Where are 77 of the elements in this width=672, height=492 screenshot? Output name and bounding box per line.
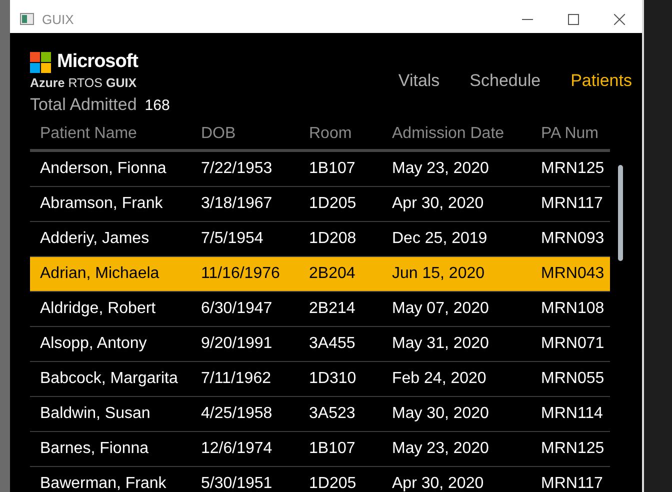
- column-header: DOB: [201, 125, 237, 143]
- table-cell-text: Adrian, Michaela: [40, 265, 160, 283]
- window-icon: [20, 13, 34, 25]
- table-cell-text: Bawerman, Frank: [40, 475, 168, 492]
- table-cell-text: 1B107: [309, 160, 356, 178]
- table-cell-text: MRN125: [541, 440, 606, 458]
- column-header: Patient Name: [40, 125, 138, 143]
- table-cell-text: 1D310: [309, 370, 358, 388]
- table-cell-text: MRN093: [541, 230, 606, 248]
- table-cell-text: Baldwin, Susan: [40, 405, 152, 423]
- table-cell-text: Feb 24, 2020: [392, 370, 488, 388]
- table-cell-text: Abramson, Frank: [40, 195, 164, 213]
- table-cell-text: 11/16/1976: [201, 265, 281, 283]
- table-cell-text: MRN055: [541, 370, 606, 388]
- table-cell-text: 3/18/1967: [201, 195, 274, 213]
- table-cell-text: 3A523: [309, 405, 356, 423]
- table-cell-text: May 07, 2020: [392, 300, 490, 318]
- table-row[interactable]: Baldwin, Susan 4/25/1958 3A523 May 30, 2020 MRN114: [30, 397, 610, 432]
- column-header: Room: [309, 125, 353, 143]
- column-header: Admission Date: [392, 125, 506, 143]
- table-row[interactable]: Bawerman, Frank 5/30/1951 1D205 Apr 30, 2020 MRN117: [30, 467, 610, 492]
- table-cell-text: 7/22/1953: [201, 160, 274, 178]
- table-cell-text: 12/6/1974: [201, 440, 274, 458]
- table-cell-text: Adderiy, James: [40, 230, 150, 248]
- table-cell-text: MRN125: [541, 160, 606, 178]
- table-cell-text: Aldridge, Robert: [40, 300, 157, 318]
- table-cell-text: 7/11/1962: [201, 370, 272, 388]
- table-cell-text: Babcock, Margarita: [40, 370, 179, 388]
- table-cell-text: MRN043: [541, 265, 606, 283]
- maximize-icon: [568, 14, 578, 24]
- table-cell-text: 6/30/1947: [201, 300, 274, 318]
- table-cell-text: 9/20/1991: [201, 335, 274, 353]
- table-cell-text: 5/30/1951: [201, 475, 274, 492]
- table-cell-text: May 23, 2020: [392, 440, 490, 458]
- table-row[interactable]: Babcock, Margarita 7/11/1962 1D310 Feb 24, 2020 MRN055: [30, 362, 610, 397]
- column-header: PA Num: [541, 125, 600, 143]
- total-admitted-label: Total Admitted: [30, 95, 137, 115]
- table-row[interactable]: Alsopp, Antony 9/20/1991 3A455 May 31, 2020 MRN071: [30, 327, 610, 362]
- table-cell-text: May 23, 2020: [392, 160, 490, 178]
- table-cell-text: MRN071: [541, 335, 606, 353]
- table-row[interactable]: Anderson, Fionna 7/22/1953 1B107 May 23, 2020 MRN125: [30, 152, 610, 187]
- four-squares-logo-icon: [30, 52, 51, 72]
- nav-tab[interactable]: Vitals: [398, 71, 440, 91]
- table-cell-text: Apr 30, 2020: [392, 475, 485, 492]
- table-cell-text: MRN114: [541, 405, 604, 423]
- table-cell-text: 1B107: [309, 440, 356, 458]
- table-cell-text: 1D208: [309, 230, 358, 248]
- window-title: GUIX: [42, 12, 75, 26]
- table-cell-text: MRN108: [541, 300, 606, 318]
- table-cell-text: MRN117: [541, 195, 604, 213]
- scrollbar-thumb[interactable]: [618, 165, 623, 261]
- table-cell-text: Dec 25, 2019: [392, 230, 488, 248]
- table-cell-text: Alsopp, Antony: [40, 335, 148, 353]
- table-cell-text: Apr 30, 2020: [392, 195, 485, 213]
- product-name: Azure RTOS GUIX: [30, 76, 138, 90]
- nav-tab[interactable]: Schedule: [470, 71, 541, 91]
- table-cell-text: Anderson, Fionna: [40, 160, 168, 178]
- table-cell-text: 7/5/1954: [201, 230, 264, 248]
- nav-tab[interactable]: Patients: [570, 71, 632, 91]
- table-row[interactable]: Adrian, Michaela 11/16/1976 2B204 Jun 15, 2020 MRN043: [30, 257, 610, 292]
- table-cell-text: 2B214: [309, 300, 356, 318]
- table-cell-text: 4/25/1958: [201, 405, 274, 423]
- table-cell-text: 1D205: [309, 475, 358, 492]
- table-cell-text: 2B204: [309, 265, 356, 283]
- table-row[interactable]: Aldridge, Robert 6/30/1947 2B214 May 07, 2020 MRN108: [30, 292, 610, 327]
- table-cell-text: May 31, 2020: [392, 335, 490, 353]
- table-cell-text: 1D205: [309, 195, 358, 213]
- table-cell-text: MRN117: [541, 475, 604, 492]
- table-cell-text: Barnes, Fionna: [40, 440, 150, 458]
- close-icon: [614, 14, 624, 24]
- table-cell-text: May 30, 2020: [392, 405, 490, 423]
- table-row[interactable]: Barnes, Fionna 12/6/1974 1B107 May 23, 2020 MRN125: [30, 432, 610, 467]
- company-name: Microsoft: [57, 51, 138, 73]
- total-admitted-value: 168: [144, 97, 170, 114]
- table-cell-text: Jun 15, 2020: [392, 265, 486, 283]
- table-cell-text: 3A455: [309, 335, 356, 353]
- table-row[interactable]: Abramson, Frank 3/18/1967 1D205 Apr 30, 2020 MRN117: [30, 187, 610, 222]
